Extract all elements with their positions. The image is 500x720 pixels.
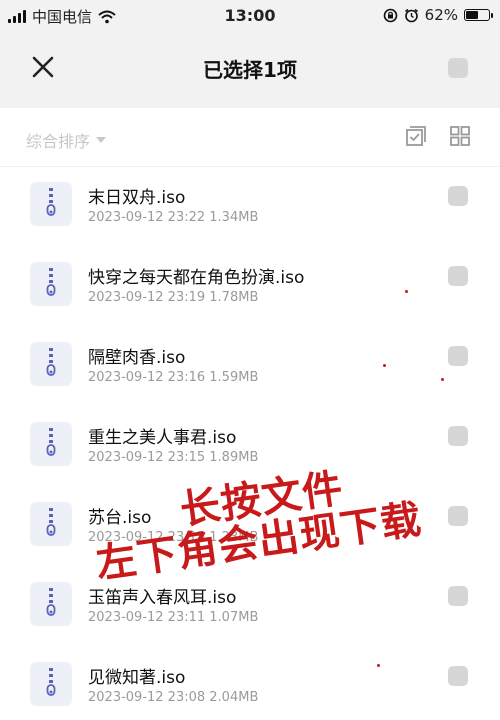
grid-view-icon[interactable] — [448, 124, 472, 148]
rotation-lock-icon — [383, 8, 397, 22]
file-name: 快穿之每天都在角色扮演.iso — [88, 268, 305, 288]
list-toolbar: 综合排序 — [0, 108, 500, 167]
file-name: 末日双舟.iso — [88, 188, 186, 208]
zip-file-icon — [30, 662, 72, 706]
zip-file-icon — [30, 182, 72, 226]
select-all-checkbox[interactable] — [448, 58, 468, 78]
annotation-dot — [405, 290, 408, 293]
status-right: 62% — [383, 6, 493, 24]
file-select-checkbox[interactable] — [448, 666, 468, 686]
selection-header: 已选择1项 — [0, 30, 500, 108]
file-list-item[interactable]: 见微知著.iso 2023-09-12 23:08 2.04MB — [0, 640, 500, 720]
zip-file-icon — [30, 342, 72, 386]
file-meta: 2023-09-12 23:22 1.34MB — [88, 210, 259, 225]
annotation-dot — [377, 664, 380, 667]
battery-level — [466, 11, 479, 19]
file-list-item[interactable]: 玉笛声入春风耳.iso 2023-09-12 23:11 1.07MB — [0, 560, 500, 640]
file-select-checkbox[interactable] — [448, 266, 468, 286]
file-meta: 2023-09-12 23:16 1.59MB — [88, 370, 259, 385]
zip-file-icon — [30, 582, 72, 626]
file-select-checkbox[interactable] — [448, 506, 468, 526]
file-select-checkbox[interactable] — [448, 186, 468, 206]
multi-select-icon[interactable] — [404, 124, 428, 148]
annotation-dot — [383, 364, 386, 367]
file-list-item[interactable]: 末日双舟.iso 2023-09-12 23:22 1.34MB — [0, 160, 500, 240]
file-meta: 2023-09-12 23:11 1.07MB — [88, 610, 259, 625]
file-select-checkbox[interactable] — [448, 426, 468, 446]
status-bar: 中国电信 13:00 62% — [0, 0, 500, 30]
file-meta: 2023-09-12 23:19 1.78MB — [88, 290, 259, 305]
zip-file-icon — [30, 262, 72, 306]
file-meta: 2023-09-12 23:15 1.89MB — [88, 450, 259, 465]
sort-dropdown[interactable]: 综合排序 — [26, 128, 107, 152]
zip-file-icon — [30, 502, 72, 546]
chevron-down-icon — [96, 137, 107, 143]
file-list-item[interactable]: 隔壁肉香.iso 2023-09-12 23:16 1.59MB — [0, 320, 500, 400]
file-name: 重生之美人事君.iso — [88, 428, 237, 448]
file-list-item[interactable]: 快穿之每天都在角色扮演.iso 2023-09-12 23:19 1.78MB — [0, 240, 500, 320]
annotation-dot — [441, 378, 444, 381]
file-meta: 2023-09-12 23:08 2.04MB — [88, 690, 259, 705]
battery-icon — [464, 9, 493, 21]
file-select-checkbox[interactable] — [448, 586, 468, 606]
battery-percent: 62% — [424, 6, 458, 24]
alarm-icon — [404, 8, 418, 22]
file-name: 隔壁肉香.iso — [88, 348, 186, 368]
file-name: 见微知著.iso — [88, 668, 186, 688]
file-select-checkbox[interactable] — [448, 346, 468, 366]
sort-label: 综合排序 — [26, 132, 91, 151]
zip-file-icon — [30, 422, 72, 466]
page-title: 已选择1项 — [203, 58, 297, 82]
